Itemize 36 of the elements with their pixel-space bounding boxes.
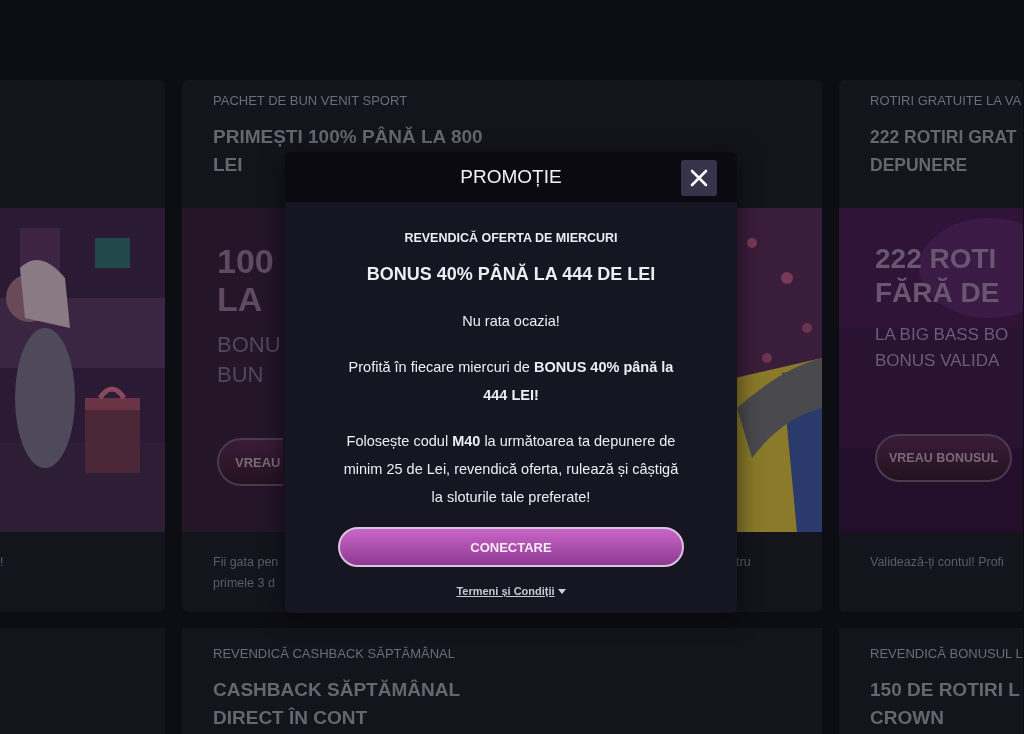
connect-button[interactable]: CONECTARE bbox=[338, 527, 684, 567]
banner-text: FĂRĂ DE bbox=[875, 276, 1000, 310]
caret-icon bbox=[557, 588, 566, 594]
card-description: tru bbox=[736, 554, 752, 571]
offer-heading: BONUS 40% PÂNĂ LA 444 DE LEI bbox=[366, 263, 656, 285]
bonus-button[interactable]: VREAU BONUSUL bbox=[875, 434, 1013, 482]
card-category: PACHET DE BUN VENIT SPORT bbox=[213, 93, 409, 109]
offer-subtitle: REVENDICĂ OFERTA DE MIERCURI bbox=[404, 230, 618, 246]
card-title: PRIMEȘTI 100% PÂNĂ LA 800 bbox=[213, 125, 483, 149]
terms-link[interactable]: Termeni și Condiții bbox=[456, 585, 566, 597]
card-title: LEI bbox=[213, 153, 243, 177]
dialog-title: PROMOȚIE bbox=[460, 166, 562, 188]
banner-text: 222 ROTI bbox=[875, 242, 997, 276]
banner-text: LA BIG BASS BO bbox=[875, 324, 1009, 346]
card-category: REVENDICĂ BONUSUL L bbox=[870, 646, 1023, 662]
card-title: DEPUNERE bbox=[870, 154, 968, 177]
bonus-button[interactable]: VREAU bbox=[217, 438, 283, 486]
offer-text: Profită în fiecare miercuri de BONUS 40% până la 444 LEI! bbox=[347, 358, 675, 405]
card-title: CROWN bbox=[870, 706, 944, 730]
card-description: ! bbox=[0, 554, 4, 571]
close-button[interactable] bbox=[681, 160, 717, 196]
card-category: REVENDICĂ CASHBACK SĂPTĂMÂNAL bbox=[213, 646, 455, 662]
card-title: 222 ROTIRI GRAT bbox=[870, 126, 1017, 149]
card-description: primele 3 d bbox=[213, 575, 275, 592]
offer-text: Nu rata ocazia! bbox=[461, 312, 561, 331]
card-title: CASHBACK SĂPTĂMÂNAL bbox=[213, 678, 460, 702]
card-description: Validează-ți contul! Profi bbox=[870, 554, 1004, 571]
card-title: DIRECT ÎN CONT bbox=[213, 706, 368, 730]
banner-text: BONUS VALIDA bbox=[875, 350, 1000, 372]
close-icon bbox=[690, 169, 708, 187]
offer-text: Folosește codul M40 la următoarea ta depunere de minim 25 de Lei, revendică oferta, rulează și câștigă la sloturile tale preferate! bbox=[343, 432, 679, 507]
card-title: 150 DE ROTIRI L bbox=[870, 678, 1020, 702]
banner-text: 100 bbox=[217, 242, 274, 280]
banner-text: LA bbox=[217, 280, 263, 318]
card-category: ROTIRI GRATUITE LA VA bbox=[870, 93, 1023, 109]
card-description: Fii gata pen bbox=[213, 554, 279, 571]
